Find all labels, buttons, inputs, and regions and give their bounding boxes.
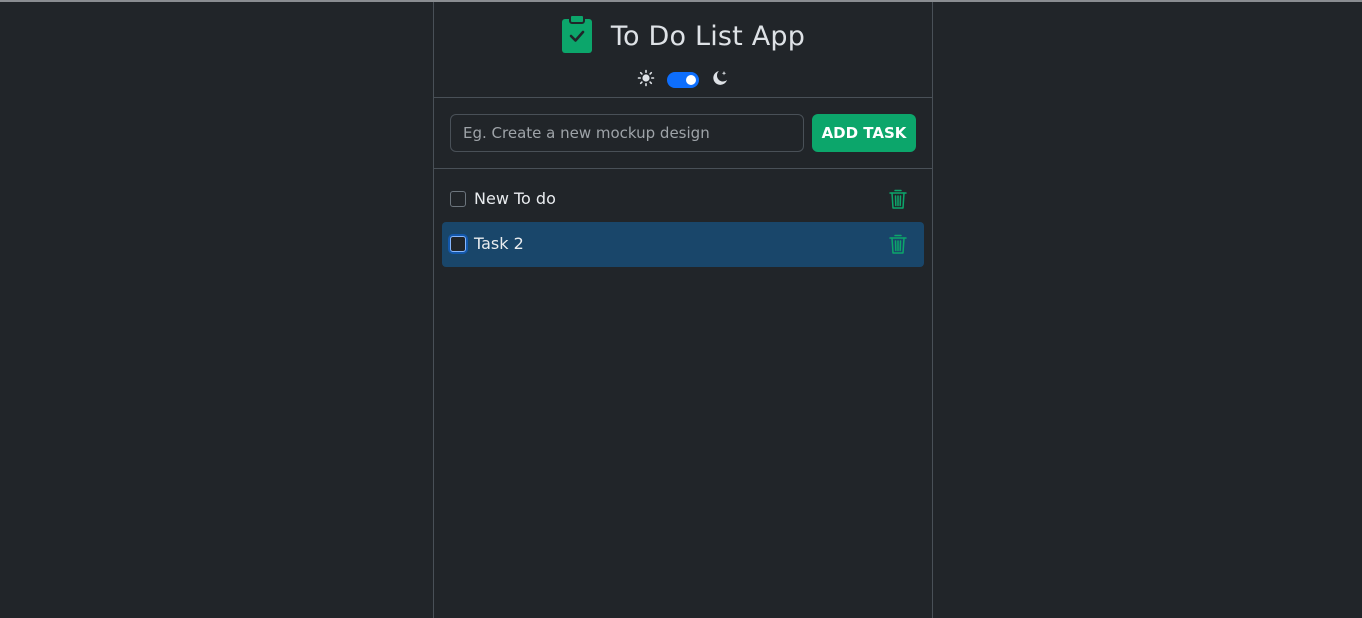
- page-title: To Do List App: [610, 20, 806, 52]
- title-row: To Do List App: [434, 14, 932, 58]
- add-task-form: ADD TASK: [434, 98, 932, 169]
- app-header: To Do List App: [434, 2, 932, 98]
- moon-stars-icon: [711, 69, 729, 91]
- sun-icon: [637, 69, 655, 91]
- task-input[interactable]: [450, 114, 804, 152]
- theme-switcher: [434, 69, 932, 91]
- task-list: New To do Task 2: [434, 169, 932, 267]
- task-item[interactable]: New To do: [442, 177, 924, 222]
- todo-app-panel: To Do List App Eg. Create a new mockup d…: [433, 2, 933, 618]
- task-checkbox[interactable]: [450, 236, 466, 252]
- task-label: New To do: [474, 189, 556, 208]
- trash-icon[interactable]: [888, 188, 908, 210]
- task-checkbox[interactable]: [450, 191, 466, 207]
- trash-icon[interactable]: [888, 233, 908, 255]
- add-task-button[interactable]: ADD TASK: [812, 114, 916, 152]
- clipboard-check-icon: [561, 14, 593, 58]
- toggle-knob: [686, 75, 696, 85]
- task-label: Task 2: [474, 234, 524, 253]
- task-item-selected[interactable]: Task 2: [442, 222, 924, 267]
- dark-mode-toggle[interactable]: [667, 72, 699, 88]
